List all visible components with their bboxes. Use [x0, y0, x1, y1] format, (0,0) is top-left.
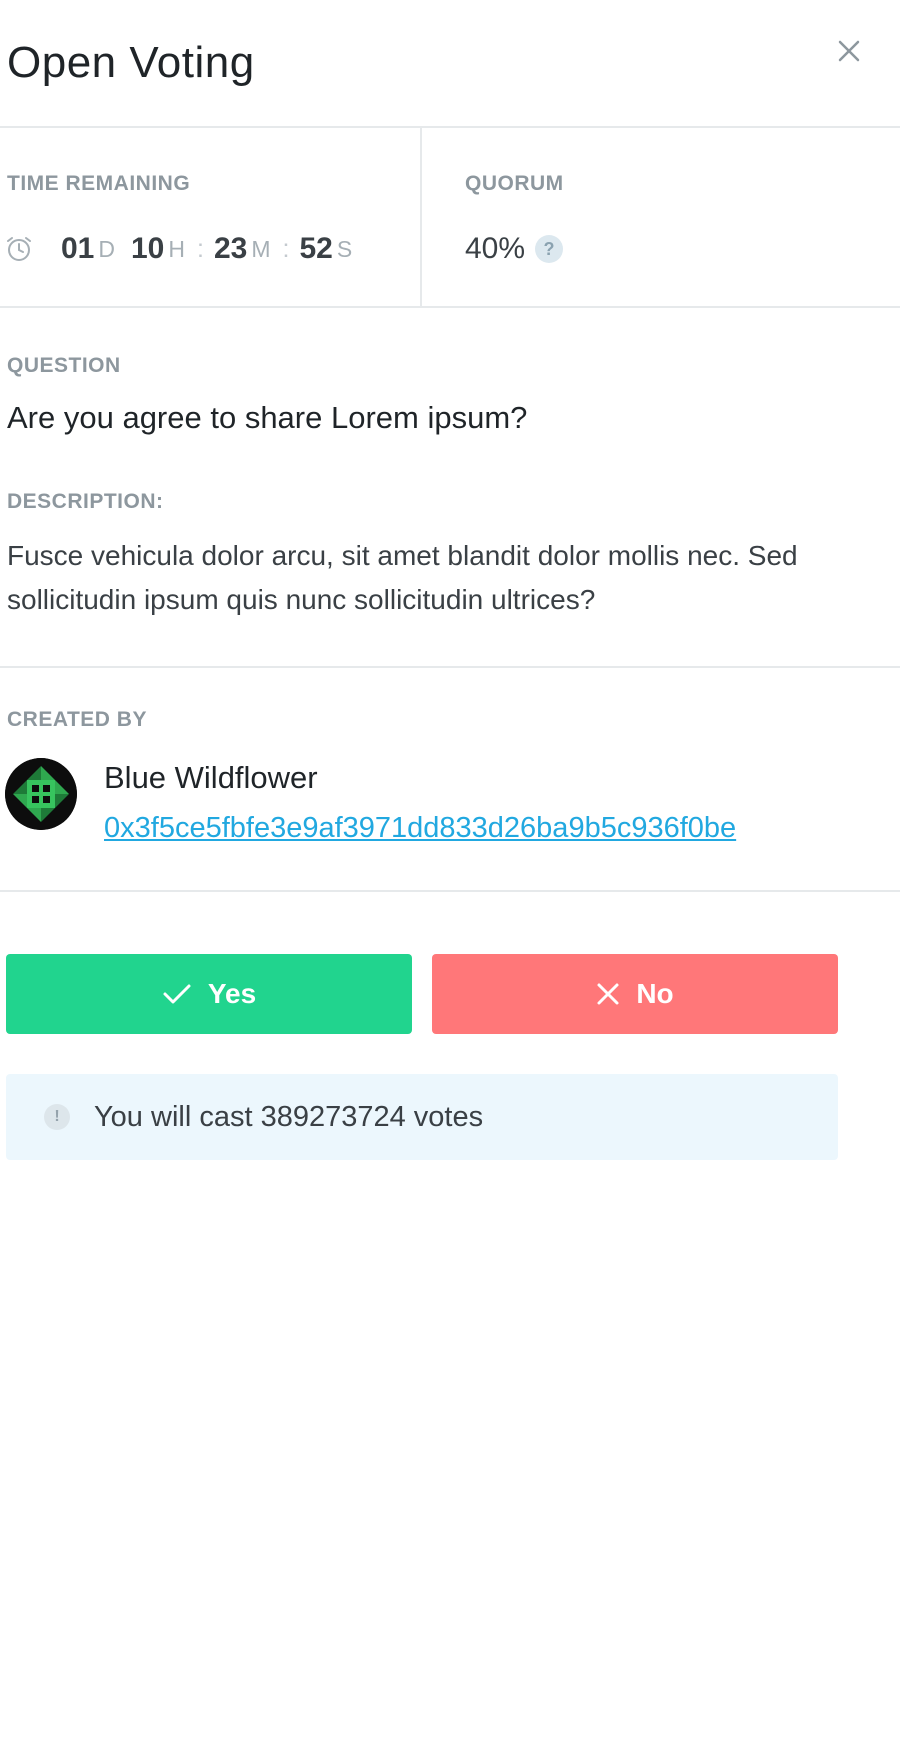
question-label: QUESTION [7, 354, 121, 377]
help-icon[interactable]: ? [535, 235, 564, 263]
creator-section: CREATED BY Blue Wildflower 0x3f5ce5fbfe3… [0, 668, 900, 892]
minutes-value: 23 [213, 232, 248, 265]
vote-info-notice: ! You will cast 389273724 votes [6, 1074, 838, 1160]
days-unit: D [98, 235, 115, 262]
description-text: Fusce vehicula dolor arcu, sit amet blan… [7, 540, 798, 615]
vote-no-label: No [636, 978, 674, 1009]
alarm-clock-icon [7, 237, 31, 261]
question-section: QUESTION Are you agree to share Lorem ip… [0, 308, 900, 668]
vote-yes-label: Yes [207, 978, 257, 1009]
time-separator: : [197, 234, 204, 263]
time-separator: : [282, 234, 290, 263]
countdown-timer: 01 D 10 H : 23 M : 52 S [5, 226, 368, 272]
seconds-value: 52 [299, 232, 333, 265]
page-title: Open Voting [7, 38, 255, 87]
notice-text: You will cast 389273724 votes [94, 1100, 484, 1133]
quorum-value: 40% [465, 232, 526, 265]
description-label: DESCRIPTION: [7, 490, 164, 513]
quorum-display: 40% ? [465, 226, 564, 272]
time-remaining-section: TIME REMAINING 01 D 10 H : 23 M : 52 S [0, 128, 422, 308]
quorum-label: QUORUM [465, 172, 564, 195]
hours-unit: H [168, 235, 185, 262]
avatar [5, 758, 77, 830]
creator-name: Blue Wildflower [104, 760, 318, 795]
minutes-unit: M [251, 235, 271, 262]
panel-header: Open Voting [0, 0, 900, 128]
vote-stats: TIME REMAINING 01 D 10 H : 23 M : 52 S Q… [0, 128, 900, 308]
info-icon: ! [44, 1104, 70, 1130]
close-icon [597, 983, 619, 1005]
identicon-icon [5, 758, 77, 830]
days-value: 01 [61, 232, 95, 265]
vote-no-button[interactable]: No [432, 954, 838, 1034]
close-icon[interactable] [830, 32, 868, 70]
hours-value: 10 [131, 232, 165, 265]
created-by-label: CREATED BY [7, 708, 147, 731]
time-remaining-label: TIME REMAINING [7, 172, 191, 195]
question-text: Are you agree to share Lorem ipsum? [7, 400, 528, 435]
creator-address-link[interactable]: 0x3f5ce5fbfe3e9af3971dd833d26ba9b5c936f0… [104, 812, 736, 845]
vote-yes-button[interactable]: Yes [6, 954, 412, 1034]
quorum-section: QUORUM 40% ? [424, 128, 900, 308]
seconds-unit: S [336, 235, 353, 262]
check-icon [163, 984, 191, 1004]
voting-panel: Open Voting TIME REMAINING 01 D 10 H : 2… [0, 0, 900, 1760]
